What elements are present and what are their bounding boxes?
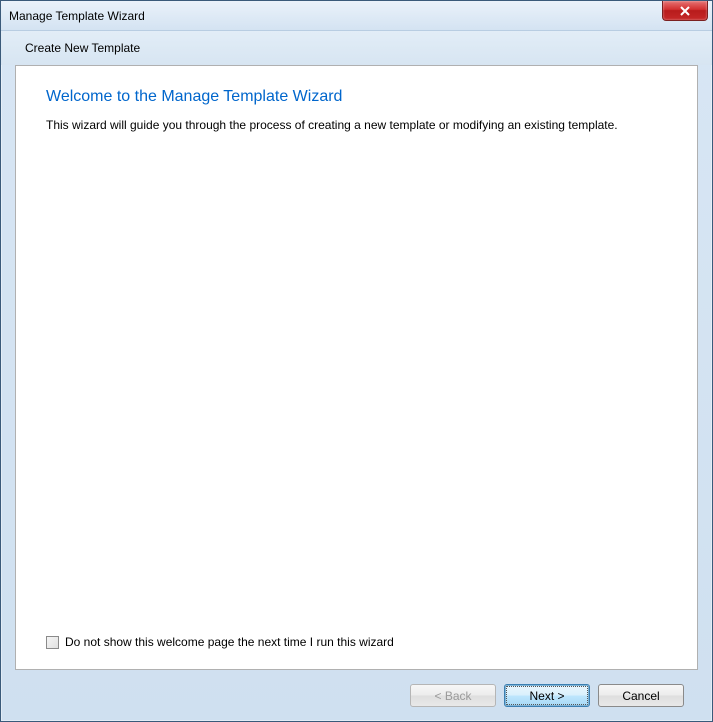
close-button[interactable] (662, 1, 708, 21)
content-wrap: Welcome to the Manage Template Wizard Th… (1, 65, 712, 721)
wizard-content: Welcome to the Manage Template Wizard Th… (15, 65, 698, 670)
next-button[interactable]: Next > (504, 684, 590, 707)
welcome-title: Welcome to the Manage Template Wizard (46, 88, 667, 106)
checkbox-label: Do not show this welcome page the next t… (65, 635, 394, 649)
wizard-window: Manage Template Wizard Create New Templa… (0, 0, 713, 722)
cancel-button[interactable]: Cancel (598, 684, 684, 707)
close-icon (679, 6, 691, 16)
welcome-text: This wizard will guide you through the p… (46, 118, 667, 132)
content-spacer (46, 152, 667, 635)
subheader: Create New Template (1, 31, 712, 65)
do-not-show-checkbox[interactable] (46, 636, 59, 649)
subheader-text: Create New Template (25, 41, 140, 55)
window-title: Manage Template Wizard (9, 9, 145, 23)
titlebar: Manage Template Wizard (1, 1, 712, 31)
checkbox-row: Do not show this welcome page the next t… (46, 635, 667, 649)
back-button[interactable]: < Back (410, 684, 496, 707)
button-row: < Back Next > Cancel (15, 670, 698, 707)
